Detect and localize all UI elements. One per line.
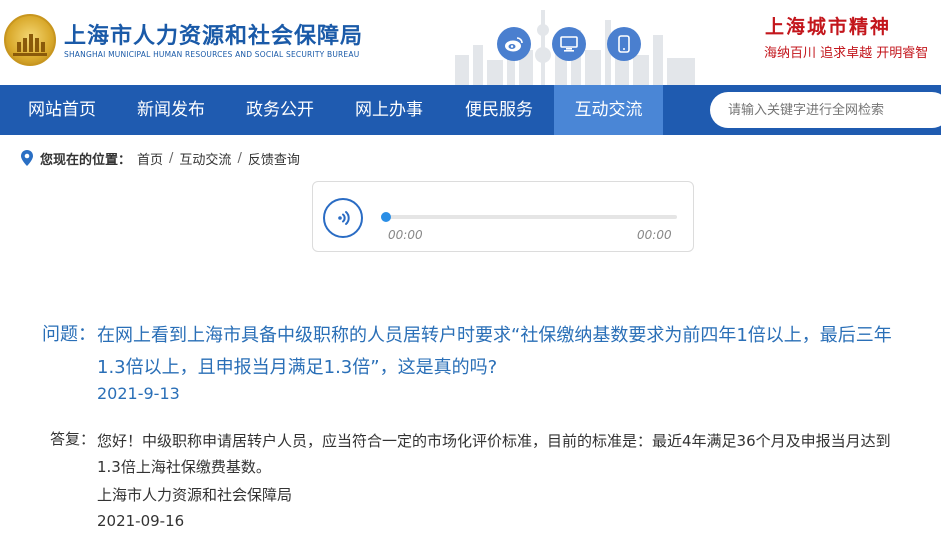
breadcrumb-separator: / xyxy=(237,150,242,166)
audio-play-button[interactable] xyxy=(323,198,363,238)
speaker-icon xyxy=(338,211,350,225)
nav-item-interaction[interactable]: 互动交流 xyxy=(554,85,663,135)
breadcrumb-home[interactable]: 首页 xyxy=(137,149,163,168)
location-pin-icon xyxy=(21,150,33,166)
audio-progress-knob[interactable] xyxy=(381,212,391,222)
main-nav: 网站首页 新闻发布 政务公开 网上办事 便民服务 互动交流 xyxy=(0,85,941,135)
nav-item-home[interactable]: 网站首页 xyxy=(8,85,116,135)
audio-duration: 00:00 xyxy=(637,228,672,242)
search-input[interactable] xyxy=(710,92,941,128)
bureau-logo-icon[interactable] xyxy=(4,14,56,66)
weibo-icon[interactable] xyxy=(497,27,531,61)
monitor-icon[interactable] xyxy=(552,27,586,61)
nav-item-online-service[interactable]: 网上办事 xyxy=(334,85,444,135)
slogan-text: 海纳百川 追求卓越 开明睿智 xyxy=(764,46,929,61)
nav-item-news[interactable]: 新闻发布 xyxy=(116,85,226,135)
breadcrumb-feedback[interactable]: 反馈查询 xyxy=(248,149,300,168)
audio-progress-bar[interactable] xyxy=(381,212,677,222)
site-header: 上海市人力资源和社会保障局 SHANGHAI MUNICIPAL HUMAN R… xyxy=(0,0,941,85)
slogan-title: 上海城市精神 xyxy=(765,16,892,38)
answer-text: 您好！中级职称申请居转户人员，应当符合一定的市场化评价标准，目前的标准是：最近4… xyxy=(97,432,891,476)
nav-item-public-service[interactable]: 便民服务 xyxy=(444,85,554,135)
breadcrumb-separator: / xyxy=(169,150,174,166)
question-date: 2021-9-13 xyxy=(97,384,180,403)
breadcrumb: 您现在的位置： 首页 / 互动交流 / 反馈查询 xyxy=(20,148,300,168)
audio-player: 00:00 00:00 xyxy=(312,181,694,252)
site-subtitle: SHANGHAI MUNICIPAL HUMAN RESOURCES AND S… xyxy=(64,50,360,59)
nav-item-gov-info[interactable]: 政务公开 xyxy=(226,85,334,135)
site-title[interactable]: 上海市人力资源和社会保障局 xyxy=(64,18,363,50)
question-text: 在网上看到上海市具备中级职称的人员居转户时要求“社保缴纳基数要求为前四年1倍以上… xyxy=(97,325,892,378)
answer-label: 答复： xyxy=(50,430,96,448)
mobile-icon[interactable] xyxy=(607,27,641,61)
question-label: 问题： xyxy=(42,324,96,345)
breadcrumb-interaction[interactable]: 互动交流 xyxy=(179,149,231,168)
answer-organization: 上海市人力资源和社会保障局 xyxy=(97,486,293,504)
answer-date: 2021-09-16 xyxy=(97,512,185,530)
audio-current-time: 00:00 xyxy=(388,228,423,242)
breadcrumb-prefix: 您现在的位置： xyxy=(40,152,132,168)
